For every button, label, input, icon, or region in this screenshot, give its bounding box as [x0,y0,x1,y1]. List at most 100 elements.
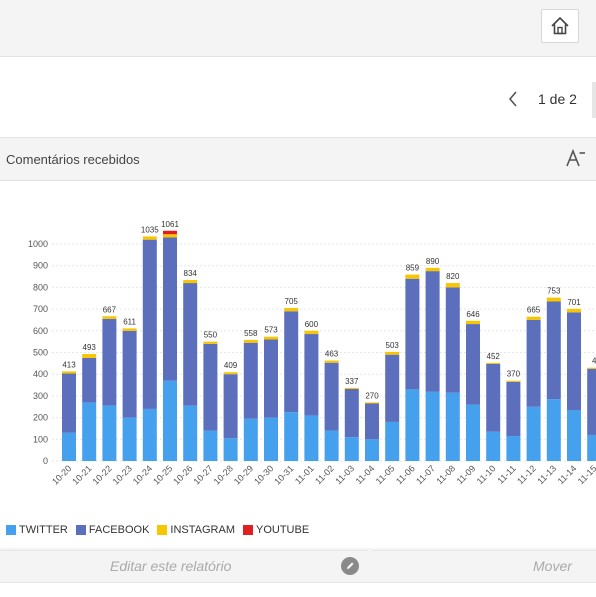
bar-segment-instagram[interactable] [567,308,581,313]
bar-segment-twitter[interactable] [526,406,541,461]
bar-segment-instagram[interactable] [62,371,76,374]
bar-segment-instagram[interactable] [466,320,480,325]
bar-segment-instagram[interactable] [324,360,339,363]
bar-segment-instagram[interactable] [445,283,460,288]
bar-segment-twitter[interactable] [587,434,596,461]
bar-segment-facebook[interactable] [122,330,137,418]
bar-segment-twitter[interactable] [567,410,581,461]
bar-segment-facebook[interactable] [223,374,238,439]
bar-segment-instagram[interactable] [546,297,561,302]
bar-segment-twitter[interactable] [122,417,137,461]
bar-segment-facebook[interactable] [567,312,581,411]
bar-segment-instagram[interactable] [183,280,198,284]
y-tick-label: 400 [33,369,48,379]
bar-segment-facebook[interactable] [203,343,218,431]
bar-segment-twitter[interactable] [365,439,379,461]
bar-segment-twitter[interactable] [546,399,561,461]
bar-segment-instagram[interactable] [526,316,541,320]
bar-segment-twitter[interactable] [284,412,299,461]
bar-segment-facebook[interactable] [163,237,177,381]
bar-segment-instagram[interactable] [163,234,177,238]
bar-total-label: 409 [224,361,238,370]
bar-segment-twitter[interactable] [102,405,117,461]
bar-segment-twitter[interactable] [324,430,339,461]
bar-segment-twitter[interactable] [486,431,501,461]
bar-segment-facebook[interactable] [324,362,339,431]
bar-segment-twitter[interactable] [425,391,440,461]
bar-segment-facebook[interactable] [344,388,359,438]
bar-segment-twitter[interactable] [405,389,420,461]
bar-segment-facebook[interactable] [304,334,319,416]
bar-segment-instagram[interactable] [506,380,521,382]
bar-segment-instagram[interactable] [223,372,238,375]
bar-segment-twitter[interactable] [506,436,521,461]
bar-segment-facebook[interactable] [82,357,97,403]
bar-segment-twitter[interactable] [304,415,319,461]
bar-segment-instagram[interactable] [385,351,400,355]
bar-segment-facebook[interactable] [405,278,420,390]
bar-segment-instagram[interactable] [284,308,299,312]
bar-segment-instagram[interactable] [203,341,218,344]
bar-segment-facebook[interactable] [102,318,117,406]
bar-segment-twitter[interactable] [142,408,157,461]
bar-segment-youtube[interactable] [163,230,177,235]
bar-total-label: 413 [62,360,76,369]
bar-total-label: 753 [547,287,561,296]
previous-page-button[interactable] [502,87,524,111]
bar-segment-facebook[interactable] [264,339,278,418]
bar-segment-instagram[interactable] [405,274,420,279]
move-label: Mover [533,558,572,574]
bar-segment-facebook[interactable] [445,287,460,393]
bar-segment-facebook[interactable] [425,271,440,392]
bar-segment-twitter[interactable] [344,437,359,461]
bar-segment-twitter[interactable] [445,392,460,461]
font-size-icon[interactable] [566,148,586,167]
bar-segment-facebook[interactable] [486,364,501,432]
bar-segment-twitter[interactable] [163,380,177,461]
bar-segment-instagram[interactable] [587,367,596,369]
bar-segment-facebook[interactable] [385,354,400,422]
bar-segment-facebook[interactable] [62,373,76,433]
bar-total-label: 890 [426,257,440,266]
home-button[interactable] [541,9,579,43]
bar-segment-instagram[interactable] [486,362,501,365]
pencil-icon[interactable] [341,557,359,575]
bar-segment-facebook[interactable] [183,283,198,406]
bar-segment-instagram[interactable] [122,328,137,331]
bar-segment-twitter[interactable] [62,432,76,461]
bar-segment-facebook[interactable] [365,403,379,440]
bar-segment-twitter[interactable] [264,417,278,461]
bar-segment-facebook[interactable] [506,381,521,437]
bar-segment-facebook[interactable] [546,301,561,400]
bar-segment-twitter[interactable] [203,430,218,461]
legend-swatch-youtube [243,525,253,535]
bar-segment-instagram[interactable] [102,316,117,319]
bar-segment-instagram[interactable] [142,236,157,240]
bar-segment-twitter[interactable] [183,405,198,461]
bar-segment-instagram[interactable] [425,267,440,272]
bar-segment-instagram[interactable] [304,330,319,335]
bar-segment-facebook[interactable] [526,319,541,407]
bar-segment-twitter[interactable] [243,418,258,461]
bar-segment-instagram[interactable] [243,339,258,343]
page-indicator: 1 de 2 [538,91,577,107]
y-tick-label: 1000 [28,239,48,249]
bar-segment-facebook[interactable] [587,368,596,435]
bar-segment-facebook[interactable] [142,239,157,409]
bar-segment-instagram[interactable] [264,336,278,340]
bar-segment-instagram[interactable] [365,402,379,404]
y-tick-label: 100 [33,434,48,444]
bar-segment-twitter[interactable] [82,402,97,461]
x-tick-label: 11-08 [434,463,457,486]
x-tick-label: 10-23 [111,463,134,486]
bar-segment-twitter[interactable] [466,404,480,461]
x-tick-label: 11-07 [414,463,437,486]
bar-segment-twitter[interactable] [385,421,400,461]
bar-segment-instagram[interactable] [344,387,359,389]
bar-total-label: 493 [83,343,97,352]
bar-segment-facebook[interactable] [466,324,480,405]
bar-segment-facebook[interactable] [243,342,258,419]
bar-segment-twitter[interactable] [223,438,238,461]
bar-segment-facebook[interactable] [284,311,299,413]
bar-segment-instagram[interactable] [82,354,97,358]
